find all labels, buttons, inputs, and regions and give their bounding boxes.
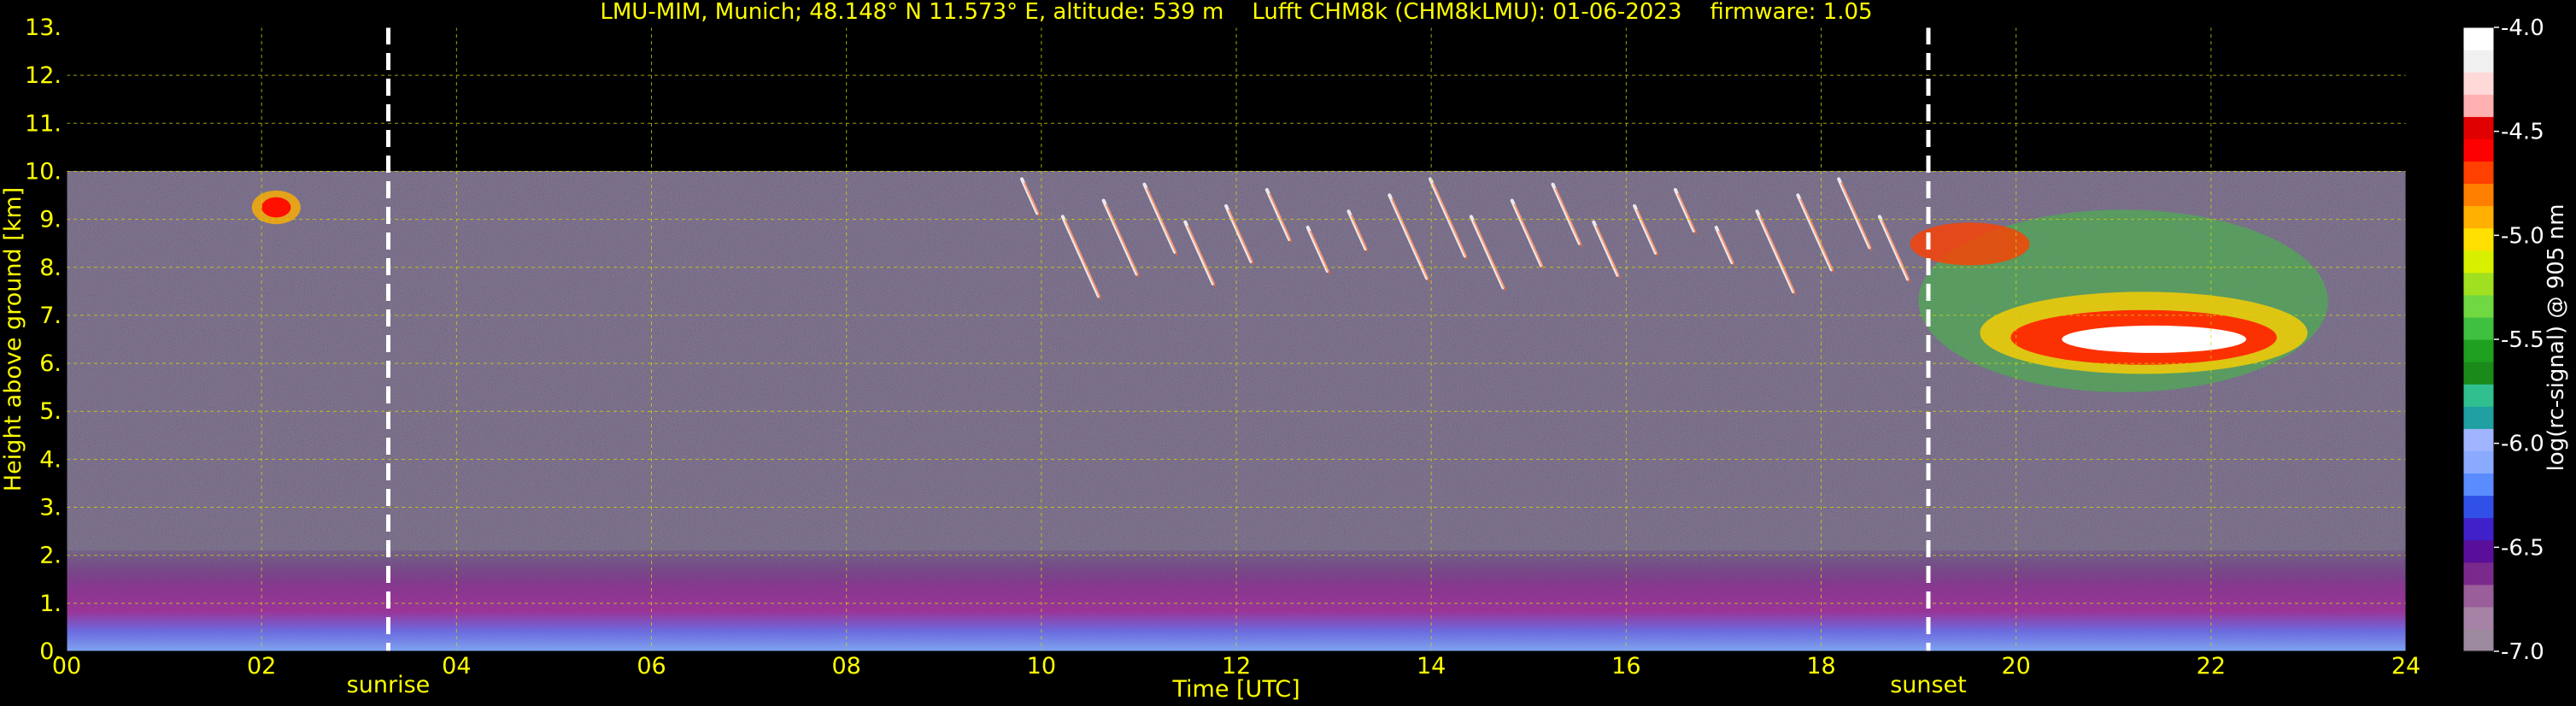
- colorbar-tick-label: -6.0: [2501, 432, 2544, 457]
- cloud-core: [261, 197, 291, 218]
- colorbar-segment: [2463, 205, 2494, 229]
- colorbar-segment: [2463, 227, 2494, 251]
- y-tick-labels: 0. 1. 2. 3. 4. 5. 6. 7. 8. 9. 10. 11. 12. 13.: [25, 15, 62, 665]
- x-tick-label: 08: [831, 653, 860, 680]
- y-tick-label: 2.: [39, 543, 62, 569]
- y-tick-label: 8.: [39, 255, 62, 281]
- colorbar-segment: [2463, 183, 2494, 207]
- x-tick-label: 16: [1611, 653, 1640, 680]
- colorbar-label: log(rc-signal) @ 905 nm: [2544, 204, 2569, 472]
- colorbar-segment: [2463, 94, 2494, 117]
- colorbar-segment: [2463, 27, 2494, 50]
- colorbar-tick-label: -4.5: [2501, 120, 2544, 145]
- colorbar-segment: [2463, 517, 2494, 541]
- y-tick-label: 10.: [25, 158, 62, 185]
- colorbar-segment: [2463, 606, 2494, 630]
- y-tick-label: 12.: [25, 62, 62, 89]
- y-tick-label: 5.: [39, 398, 62, 425]
- y-axis-label: Height above ground [km]: [0, 187, 26, 491]
- colorbar-segment: [2463, 539, 2494, 563]
- x-tick-label: 10: [1027, 653, 1056, 680]
- y-tick-label: 1.: [39, 591, 62, 617]
- y-tick-label: 13.: [25, 15, 62, 41]
- y-tick-label: 3.: [39, 495, 62, 521]
- y-tick-label: 9.: [39, 207, 62, 233]
- colorbar-segment: [2463, 584, 2494, 608]
- x-tick-label: 24: [2391, 653, 2421, 680]
- colorbar-segment: [2463, 272, 2494, 296]
- x-tick-label: 18: [1806, 653, 1835, 680]
- ceilometer-chart: sunrise sunset 00 02 04 06 08 10 12 14 16 18 20 22 24…: [0, 0, 2569, 703]
- y-tick-label: 6.: [39, 350, 62, 377]
- colorbar-segment: [2463, 250, 2494, 274]
- colorbar-segment: [2463, 384, 2494, 407]
- colorbar-segment: [2463, 116, 2494, 139]
- colorbar-segment: [2463, 362, 2494, 385]
- x-axis-label: Time [UTC]: [1171, 676, 1300, 703]
- x-tick-label: 14: [1417, 653, 1446, 680]
- y-tick-label: 11.: [25, 110, 62, 137]
- colorbar-segment: [2463, 294, 2494, 318]
- colorbar-tick-label: -4.0: [2501, 15, 2544, 41]
- colorbar-segment: [2463, 562, 2494, 585]
- colorbar-segment: [2463, 406, 2494, 429]
- colorbar-segment: [2463, 428, 2494, 451]
- y-tick-label: 7.: [39, 303, 62, 329]
- colorbar-segment: [2463, 473, 2494, 497]
- colorbar: -4.0 -4.5 -5.0 -5.5 -6.0 -6.5 -7.0: [2462, 15, 2544, 665]
- chart-title: LMU-MIM, Munich; 48.148° N 11.573° E, al…: [600, 0, 1872, 25]
- colorbar-segment: [2463, 339, 2494, 362]
- colorbar-segment: [2463, 450, 2494, 474]
- sunrise-label: sunrise: [347, 672, 431, 698]
- x-tick-label: 20: [2001, 653, 2030, 680]
- sunset-label: sunset: [1890, 672, 1967, 698]
- colorbar-segment: [2463, 50, 2494, 73]
- colorbar-segment: [2463, 138, 2494, 162]
- colorbar-segment: [2463, 628, 2494, 652]
- colorbar-tick-label: -5.5: [2501, 327, 2544, 353]
- colorbar-segment: [2463, 495, 2494, 519]
- colorbar-tick-label: -7.0: [2501, 639, 2544, 665]
- colorbar-segment: [2463, 316, 2494, 340]
- cloud-core: [2062, 325, 2246, 353]
- x-tick-label: 06: [637, 653, 666, 680]
- x-tick-label: 04: [442, 653, 471, 680]
- x-tick-label: 22: [2197, 653, 2226, 680]
- colorbar-tick-label: -5.0: [2501, 223, 2544, 249]
- colorbar-tick-label: -6.5: [2501, 535, 2544, 561]
- y-tick-label: 4.: [39, 446, 62, 473]
- colorbar-segment: [2463, 161, 2494, 185]
- y-tick-label: 0.: [39, 638, 62, 665]
- colorbar-segment: [2463, 72, 2494, 95]
- x-tick-label: 02: [247, 653, 276, 680]
